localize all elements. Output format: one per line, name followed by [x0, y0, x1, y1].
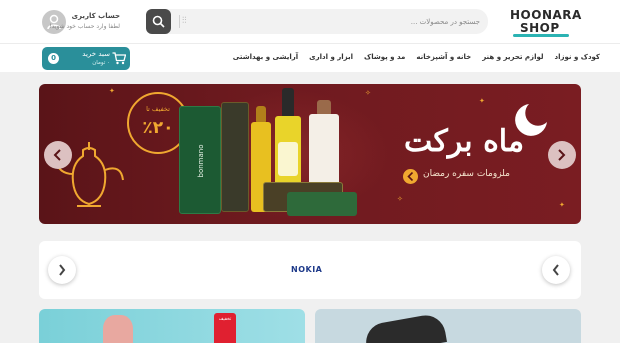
dates-box-product [287, 192, 357, 216]
account-subtitle[interactable]: لطفا وارد حساب خود شوید! [49, 23, 120, 30]
toy-product-image [103, 315, 133, 343]
chevron-left-icon [407, 172, 414, 181]
logo-text-line2: SHOP [520, 21, 560, 35]
coffee-bag-dark-product [221, 102, 249, 212]
bottle-label [278, 142, 298, 176]
banner-prev-button[interactable] [44, 141, 72, 169]
brand-next-button[interactable] [542, 256, 570, 284]
banner-cta-arrow[interactable] [403, 169, 418, 184]
avatar[interactable] [42, 10, 66, 34]
hero-banner[interactable]: تخفیف تا ٪۲۰ bonmano ✦ ✧ ✦ ✦ ✧ ماه برکت … [39, 84, 581, 224]
nav-item-tools-office[interactable]: ابزار و اداری [309, 53, 353, 61]
brand-logo-nokia[interactable]: NOKIA [291, 265, 322, 274]
promo-tile-left[interactable]: تخفیف [39, 309, 305, 343]
star-icon: ✧ [365, 89, 371, 97]
banner-title: ماه برکت [404, 124, 525, 159]
cart-count-badge: 0 [48, 53, 59, 64]
star-icon: ✦ [559, 201, 565, 209]
search-divider [179, 15, 180, 28]
coffee-bag-brand: bonmano [197, 144, 205, 178]
coffee-bag-product: bonmano [179, 106, 221, 214]
promo-tile-right[interactable] [315, 309, 581, 343]
logo-text-line1: HOONARA [510, 8, 582, 22]
site-header: HOONARA SHOP ⫶⫶ حساب کاربری لطفا وارد حس… [0, 0, 620, 43]
nav-items: آرایشی و بهداشتی ابزار و اداری مد و پوشا… [233, 53, 600, 61]
site-logo[interactable]: HOONARA SHOP [510, 8, 582, 37]
hair-dryer-product-image [363, 312, 447, 343]
nav-item-fashion[interactable]: مد و پوشاک [364, 53, 405, 61]
cart-icon [112, 52, 126, 65]
star-icon: ✧ [397, 195, 403, 203]
discount-tag: تخفیف [214, 313, 236, 343]
search-input[interactable] [198, 9, 480, 34]
chevron-right-icon [558, 149, 566, 161]
cart-total: ۰ تومان [92, 60, 110, 66]
bottle-neck [282, 88, 294, 118]
account-title[interactable]: حساب کاربری [72, 12, 120, 20]
chevron-left-icon [59, 264, 66, 276]
star-icon: ✦ [479, 97, 485, 105]
product-group-image: bonmano [177, 84, 377, 224]
nav-item-home-kitchen[interactable]: خانه و آشپزخانه [416, 53, 471, 61]
chevron-left-icon [53, 149, 61, 161]
banner-next-button[interactable] [548, 141, 576, 169]
nav-item-stationery-art[interactable]: لوازم تحریر و هنر [482, 53, 543, 61]
nav-item-cosmetics[interactable]: آرایشی و بهداشتی [233, 53, 298, 61]
search-button[interactable] [146, 9, 171, 34]
category-nav: آرایشی و بهداشتی ابزار و اداری مد و پوشا… [0, 43, 620, 72]
search-bar: ⫶⫶ [146, 9, 488, 34]
nav-item-kids-baby[interactable]: کودک و نوزاد [555, 53, 600, 61]
brand-prev-button[interactable] [48, 256, 76, 284]
logo-wave [513, 34, 569, 37]
search-icon [152, 15, 165, 28]
cart-button[interactable]: 0 سبد خرید ۰ تومان [42, 47, 130, 70]
chevron-left-icon [552, 264, 559, 276]
discount-label: تخفیف تا [146, 105, 170, 113]
mic-icon[interactable]: ⫶⫶ [182, 16, 187, 26]
cart-title: سبد خرید [82, 50, 110, 58]
banner-subtitle: ملزومات سفره رمضان [423, 169, 510, 179]
account-menu[interactable]: حساب کاربری لطفا وارد حساب خود شوید! [42, 10, 142, 34]
brand-slider: NOKIA [39, 241, 581, 299]
discount-tag-text: تخفیف [218, 317, 232, 322]
star-icon: ✦ [109, 87, 115, 95]
